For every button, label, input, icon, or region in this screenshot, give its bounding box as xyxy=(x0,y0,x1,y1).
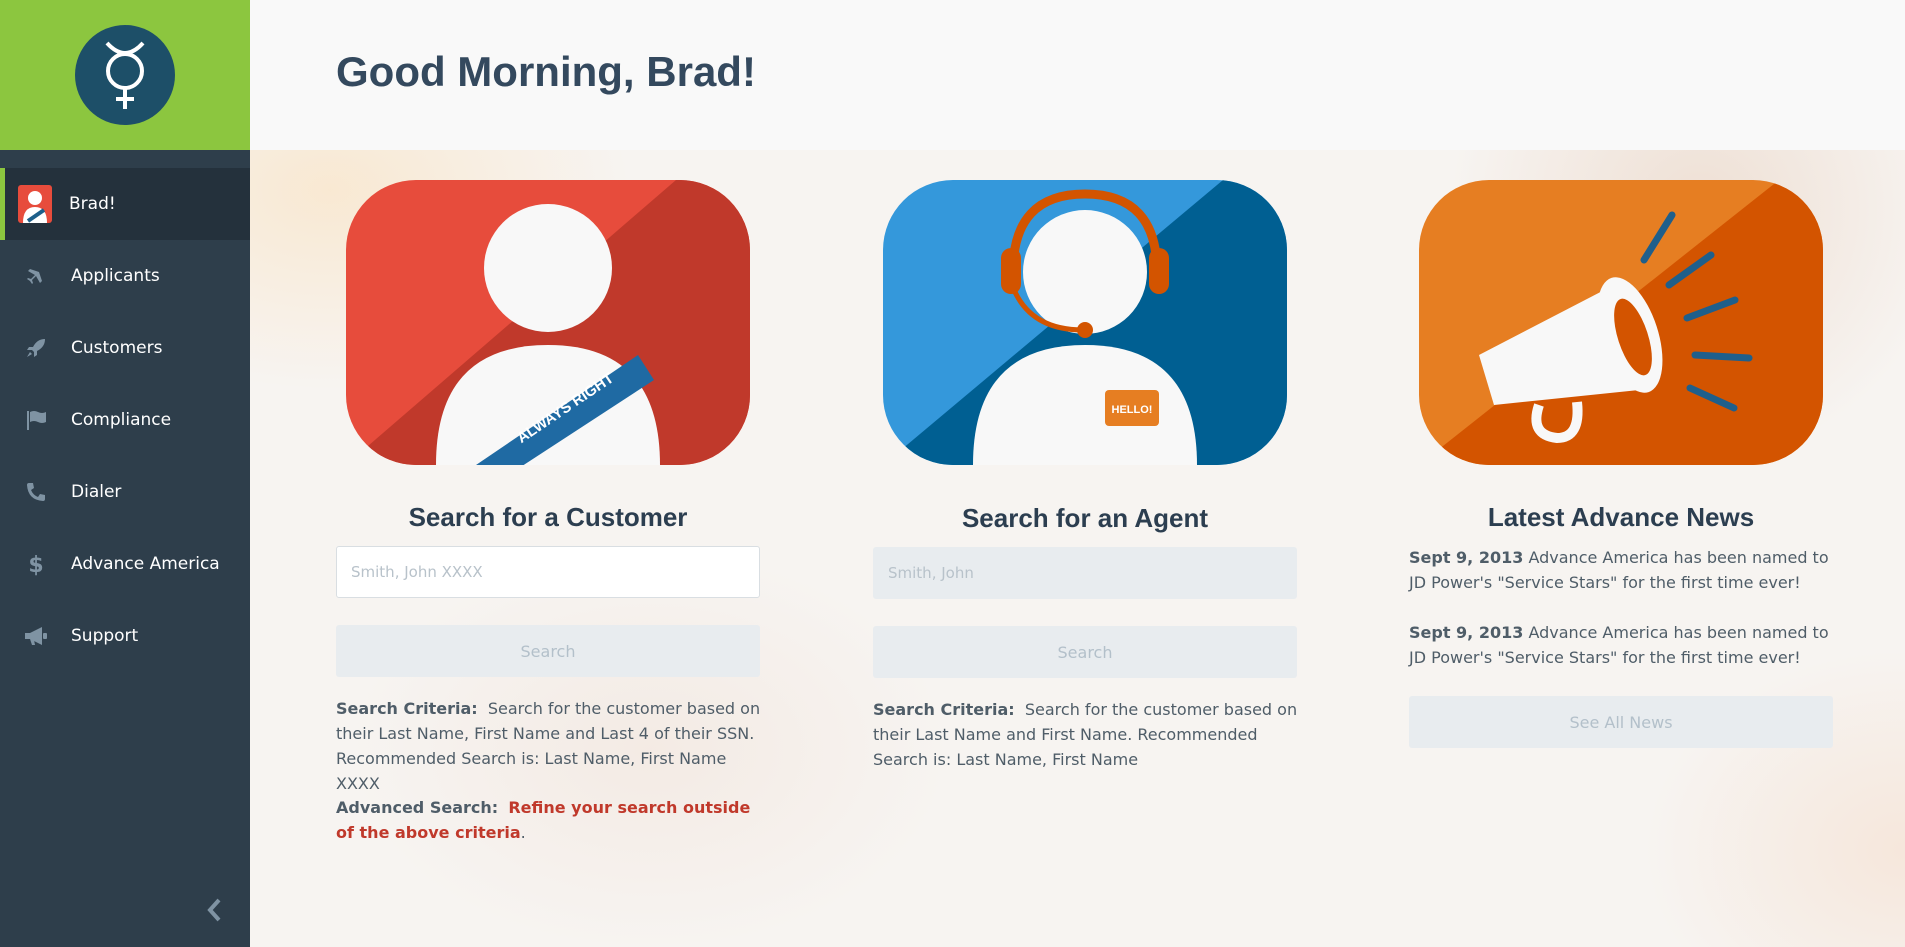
dashboard-main: ALWAYS RIGHT Search for a Customer Searc… xyxy=(250,150,1905,947)
news-date: Sept 9, 2013 xyxy=(1409,548,1524,567)
advanced-search: Advanced Search: Refine your search outs… xyxy=(336,795,766,845)
customer-illustration-icon: ALWAYS RIGHT xyxy=(346,180,750,465)
agent-search-input[interactable] xyxy=(873,547,1297,599)
sidebar-nav: Brad! Applicants Customers Compliance Di… xyxy=(0,150,250,672)
customer-search-criteria: Search Criteria: Search for the customer… xyxy=(336,696,766,796)
sidebar-item-label: Applicants xyxy=(71,266,160,286)
chevron-left-icon[interactable] xyxy=(202,895,226,925)
sidebar-item-applicants[interactable]: Applicants xyxy=(0,240,250,312)
agent-search-criteria: Search Criteria: Search for the customer… xyxy=(873,697,1303,772)
logo-area xyxy=(0,0,250,150)
news-item: Sept 9, 2013 Advance America has been na… xyxy=(1409,545,1839,595)
sidebar-item-customers[interactable]: Customers xyxy=(0,312,250,384)
sidebar-item-label: Dialer xyxy=(71,482,122,502)
svg-text:$: $ xyxy=(28,553,43,577)
flag-icon xyxy=(22,406,50,434)
sidebar-item-support[interactable]: Support xyxy=(0,600,250,672)
avatar xyxy=(18,185,52,223)
sidebar-item-label: Support xyxy=(71,626,139,646)
rocket-icon xyxy=(22,334,50,362)
agent-search-button[interactable]: Search xyxy=(873,626,1297,678)
news-title: Latest Advance News xyxy=(1487,502,1755,532)
sidebar-item-compliance[interactable]: Compliance xyxy=(0,384,250,456)
megaphone-icon xyxy=(22,622,50,650)
news-date: Sept 9, 2013 xyxy=(1409,623,1524,642)
sidebar-item-brad[interactable]: Brad! xyxy=(0,168,250,240)
hello-badge: HELLO! xyxy=(1112,404,1153,416)
customer-search-input[interactable] xyxy=(336,546,760,598)
see-all-news-button[interactable]: See All News xyxy=(1409,696,1833,748)
criteria-label: Search Criteria: xyxy=(873,700,1015,719)
criteria-label: Search Criteria: xyxy=(336,699,478,718)
sidebar-item-label: Customers xyxy=(71,338,163,358)
megaphone-illustration-icon xyxy=(1419,180,1823,465)
customer-search-title: Search for a Customer xyxy=(408,502,688,532)
page-title: Good Morning, Brad! xyxy=(336,48,756,95)
sidebar-item-label: Compliance xyxy=(71,410,172,430)
mercury-symbol-icon[interactable] xyxy=(75,25,175,125)
sidebar-item-label: Brad! xyxy=(69,194,116,214)
agent-search-title: Search for an Agent xyxy=(961,503,1209,533)
sidebar-item-advance-america[interactable]: $ Advance America xyxy=(0,528,250,600)
customer-search-button[interactable]: Search xyxy=(336,625,760,677)
dollar-icon: $ xyxy=(22,550,50,578)
sidebar: Brad! Applicants Customers Compliance Di… xyxy=(0,0,250,947)
sidebar-item-label: Advance America xyxy=(71,554,220,574)
sidebar-item-dialer[interactable]: Dialer xyxy=(0,456,250,528)
advanced-search-period: . xyxy=(520,823,526,842)
airplane-icon xyxy=(22,262,50,290)
advanced-search-label: Advanced Search: xyxy=(336,798,499,817)
phone-icon xyxy=(22,478,50,506)
news-item: Sept 9, 2013 Advance America has been na… xyxy=(1409,620,1839,670)
page-header: Good Morning, Brad! xyxy=(250,0,1905,150)
agent-illustration-icon: HELLO! xyxy=(883,180,1287,465)
